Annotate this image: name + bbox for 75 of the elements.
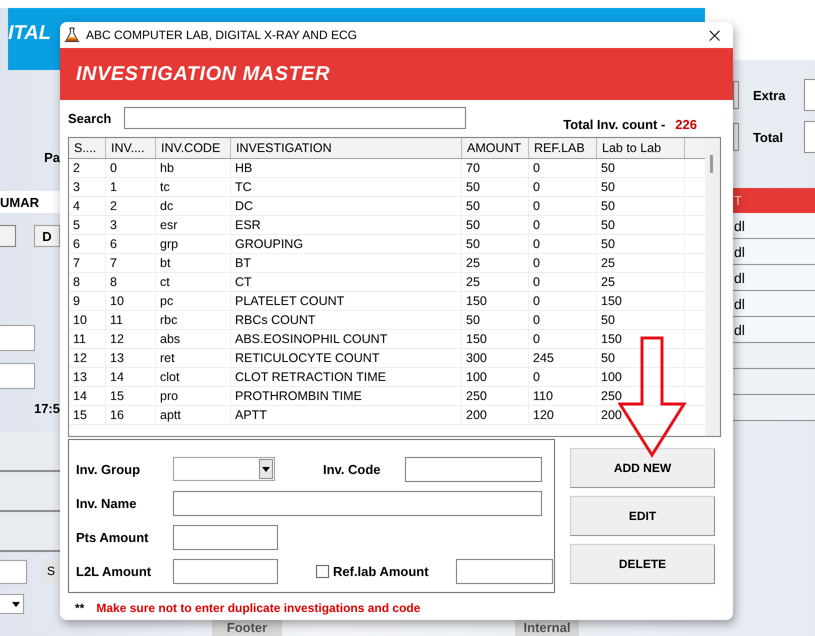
ref-lab-amount-field[interactable] [456, 558, 553, 584]
column-header[interactable]: REF.LAB [529, 138, 597, 158]
code-field[interactable] [405, 456, 542, 482]
group-label: Inv. Group [76, 462, 142, 476]
table-row[interactable]: 13 14 clot CLOT RETRACTION TIME 100 0 100 [69, 368, 705, 387]
footer-label: Footer [212, 620, 282, 636]
action-button[interactable]: EDIT [570, 496, 715, 536]
column-header[interactable]: AMOUNT [462, 138, 529, 158]
scrollbar[interactable] [705, 138, 720, 436]
button-edge[interactable] [733, 123, 739, 151]
banner: INVESTIGATION MASTER [60, 48, 733, 100]
code-label: Inv. Code [323, 462, 382, 476]
input-field[interactable] [0, 363, 35, 389]
warning-note: Make sure not to enter duplicate investigations and code [96, 601, 420, 615]
note-mark: ** [75, 601, 84, 615]
internal-label: Internal [515, 620, 579, 636]
unit-cell: dl [733, 291, 815, 317]
dropdown-arrow-icon [262, 466, 270, 472]
pts-amount-field[interactable] [173, 524, 278, 550]
table-row[interactable]: 7 7 bt BT 25 0 25 [69, 254, 705, 273]
ref-lab-checkbox[interactable] [316, 564, 329, 578]
dropdown-arrow-icon [12, 602, 20, 606]
unit-cell: dl [733, 317, 815, 343]
unit-cell: dl [733, 239, 815, 265]
total-field[interactable] [804, 121, 815, 153]
table-row[interactable]: 11 12 abs ABS.EOSINOPHIL COUNT 150 0 150 [69, 330, 705, 349]
name-label: Inv. Name [76, 496, 138, 510]
s-button[interactable]: S [42, 560, 60, 582]
column-header[interactable]: INV.CODE [156, 138, 231, 158]
input-field[interactable] [0, 560, 27, 584]
l2l-amount-field[interactable] [173, 558, 278, 584]
table-row[interactable]: 12 13 ret RETICULOCYTE COUNT 300 245 50 [69, 349, 705, 368]
unit-cell: dl [733, 265, 815, 291]
table-row[interactable]: 10 11 rbc RBCs COUNT 50 0 50 [69, 311, 705, 330]
table-row[interactable]: 14 15 pro PROTHROMBIN TIME 250 110 250 [69, 387, 705, 406]
ref-lab-label: Ref.lab Amount [333, 564, 430, 578]
window-title: ABC COMPUTER LAB, DIGITAL X-RAY AND ECG [86, 28, 357, 42]
column-header[interactable]: Lab to Lab [597, 138, 685, 158]
name-field: UMAR [0, 191, 60, 213]
unit-cell: dl [733, 213, 815, 239]
table-row[interactable]: 3 1 tc TC 50 0 50 [69, 178, 705, 197]
button-edge[interactable] [733, 81, 739, 109]
extra-label: Extra [752, 88, 786, 102]
table-row[interactable]: 5 3 esr ESR 50 0 50 [69, 216, 705, 235]
count-label: Total Inv. count - [563, 116, 666, 132]
l2l-amount-label: L2L Amount [76, 564, 152, 578]
table-row[interactable]: 4 2 dc DC 50 0 50 [69, 197, 705, 216]
action-button[interactable]: ADD NEW [570, 448, 715, 488]
count-value: 226 [675, 116, 697, 132]
table-row[interactable]: 15 16 aptt APTT 200 120 200 [69, 406, 705, 425]
column-header[interactable]: S.... [69, 138, 106, 158]
action-button[interactable]: DELETE [570, 544, 715, 584]
app-title: ITAL [8, 22, 51, 45]
table-row[interactable]: 6 6 grp GROUPING 50 0 50 [69, 235, 705, 254]
close-button[interactable]: × [702, 25, 727, 45]
table-row[interactable]: 9 10 pc PLATELET COUNT 150 0 150 [69, 292, 705, 311]
column-header[interactable]: INV.... [106, 138, 156, 158]
time-text: 17:5 [34, 401, 60, 416]
pts-amount-label: Pts Amount [76, 530, 150, 544]
table-header: T [733, 188, 815, 213]
table-row[interactable]: 2 0 hb HB 70 0 50 [69, 159, 705, 178]
table-row[interactable]: 8 8 ct CT 25 0 25 [69, 273, 705, 292]
search-label: Search [68, 110, 112, 126]
button-edge[interactable] [0, 225, 16, 247]
group-dropdown[interactable] [173, 457, 275, 481]
search-field[interactable] [124, 107, 466, 129]
column-header[interactable]: INVESTIGATION [231, 138, 462, 158]
extra-field[interactable] [804, 79, 815, 111]
dropdown-field[interactable] [0, 594, 24, 614]
d-button[interactable]: D [34, 225, 60, 247]
total-label: Total [752, 130, 784, 144]
flask-icon [64, 27, 80, 43]
field-label: Pa [44, 150, 60, 165]
name-field[interactable] [173, 490, 542, 516]
input-field[interactable] [0, 325, 35, 351]
